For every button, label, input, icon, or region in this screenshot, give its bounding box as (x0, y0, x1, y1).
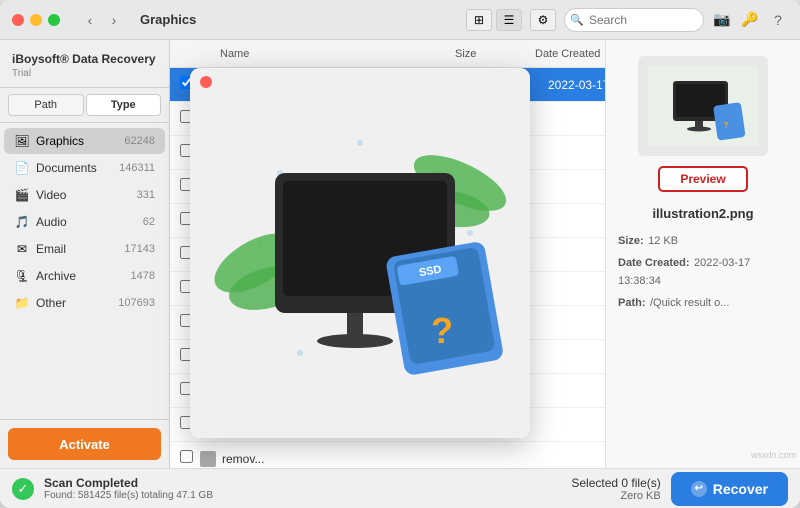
help-icon[interactable]: ? (768, 10, 788, 30)
sidebar-header: iBoysoft® Data Recovery Trial (0, 40, 169, 88)
sidebar-item-label: Graphics (36, 134, 118, 148)
image-preview-popup[interactable]: ? SSD (190, 68, 530, 438)
sidebar-item-count: 1478 (131, 270, 155, 282)
file-name: remov... (222, 452, 466, 466)
file-thumbnail (200, 451, 216, 467)
sidebar-item-audio[interactable]: 🎵 Audio 62 (4, 209, 165, 235)
size-label: Size: (618, 235, 644, 247)
sidebar-item-other[interactable]: 📁 Other 107693 (4, 290, 165, 316)
sidebar-item-email[interactable]: ✉ Email 17143 (4, 236, 165, 262)
close-button[interactable] (12, 14, 24, 26)
sidebar-item-count: 17143 (124, 243, 155, 255)
camera-icon[interactable]: 📷 (712, 10, 732, 30)
selected-size: Zero KB (571, 490, 660, 502)
preview-file-name: illustration2.png (652, 206, 753, 221)
tab-path[interactable]: Path (8, 94, 84, 116)
popup-image: ? SSD (190, 68, 530, 438)
scan-complete-icon: ✓ (12, 478, 34, 500)
path-value: /Quick result o... (650, 297, 729, 309)
svg-text:?: ? (431, 310, 453, 351)
sidebar-item-label: Video (36, 188, 131, 202)
activate-button[interactable]: Activate (8, 428, 161, 460)
file-info-path-row: Path: /Quick result o... (618, 293, 788, 311)
status-bar: ✓ Scan Completed Found: 581425 file(s) t… (0, 468, 800, 508)
scan-title: Scan Completed (44, 476, 213, 490)
recover-icon: ↩ (691, 481, 707, 497)
other-icon: 📁 (14, 295, 30, 311)
forward-button[interactable]: › (104, 10, 124, 30)
sidebar-item-label: Documents (36, 161, 113, 175)
graphics-icon: 🖼 (14, 133, 30, 149)
video-icon: 🎬 (14, 187, 30, 203)
filter-button[interactable]: ⚙ (530, 9, 556, 31)
minimize-button[interactable] (30, 14, 42, 26)
documents-icon: 📄 (14, 160, 30, 176)
row-checkbox[interactable] (180, 450, 200, 468)
tab-row: Path Type (0, 88, 169, 123)
preview-overlay: ? SSD ? Preview illust (170, 40, 800, 468)
preview-thumbnail: ? (638, 56, 768, 156)
email-icon: ✉ (14, 241, 30, 257)
selected-files: Selected 0 file(s) (571, 476, 660, 490)
svg-text:?: ? (724, 121, 729, 130)
sidebar-item-count: 331 (137, 189, 155, 201)
sidebar-list: 🖼 Graphics 62248 📄 Documents 146311 🎬 Vi… (0, 123, 169, 419)
sidebar-item-label: Audio (36, 215, 137, 229)
tab-type[interactable]: Type (86, 94, 162, 116)
sidebar-footer: Activate (0, 419, 169, 468)
audio-icon: 🎵 (14, 214, 30, 230)
sidebar-item-label: Other (36, 296, 112, 310)
search-wrapper (564, 8, 704, 32)
sidebar-item-label: Email (36, 242, 118, 256)
sidebar-item-archive[interactable]: 🗜 Archive 1478 (4, 263, 165, 289)
recover-label: Recover (713, 481, 768, 497)
sidebar-item-count: 107693 (118, 297, 155, 309)
sidebar-item-count: 62 (143, 216, 155, 228)
search-input[interactable] (564, 8, 704, 32)
recover-button[interactable]: ↩ Recover (671, 472, 788, 506)
column-name: Name (220, 48, 455, 60)
illustration-svg: ? SSD (200, 93, 520, 413)
back-button[interactable]: ‹ (80, 10, 100, 30)
column-size: Size (455, 48, 535, 60)
sidebar-item-count: 62248 (124, 135, 155, 147)
archive-icon: 🗜 (14, 268, 30, 284)
preview-button[interactable]: Preview (658, 166, 748, 192)
sidebar-item-documents[interactable]: 📄 Documents 146311 (4, 155, 165, 181)
scan-detail: Found: 581425 file(s) totaling 47.1 GB (44, 490, 213, 501)
size-value: 12 KB (648, 235, 678, 247)
file-info-size-row: Size: 12 KB (618, 231, 788, 249)
sidebar-item-label: Archive (36, 269, 125, 283)
info-icon[interactable]: 🔑 (740, 10, 760, 30)
sidebar-item-graphics[interactable]: 🖼 Graphics 62248 (4, 128, 165, 154)
titlebar-right: ⊞ ☰ ⚙ 📷 🔑 ? (466, 8, 788, 32)
path-label: Path: (618, 297, 646, 309)
selected-info: Selected 0 file(s) Zero KB (571, 476, 660, 502)
app-subtitle: Trial (12, 68, 157, 79)
view-toggles: ⊞ ☰ (466, 9, 522, 31)
date-label: Date Created: (618, 257, 690, 269)
scan-text: Scan Completed Found: 581425 file(s) tot… (44, 476, 213, 501)
sidebar: iBoysoft® Data Recovery Trial Path Type … (0, 40, 170, 468)
file-info-date-row: Date Created: 2022-03-17 13:38:34 (618, 253, 788, 289)
window-title: Graphics (140, 12, 196, 27)
watermark: wsxdn.com (751, 450, 796, 460)
popup-close-button[interactable] (200, 76, 212, 88)
list-view-toggle[interactable]: ☰ (496, 9, 522, 31)
maximize-button[interactable] (48, 14, 60, 26)
titlebar: ‹ › Graphics ⊞ ☰ ⚙ 📷 🔑 ? (0, 0, 800, 40)
sidebar-item-video[interactable]: 🎬 Video 331 (4, 182, 165, 208)
app-title: iBoysoft® Data Recovery (12, 52, 157, 68)
traffic-lights (12, 14, 60, 26)
sidebar-item-count: 146311 (119, 162, 155, 174)
status-right: Selected 0 file(s) Zero KB ↩ Recover (571, 472, 788, 506)
grid-view-toggle[interactable]: ⊞ (466, 9, 492, 31)
nav-buttons: ‹ › (80, 10, 124, 30)
right-panel: ? Preview illustration2.png Size: 12 KB … (605, 40, 800, 468)
